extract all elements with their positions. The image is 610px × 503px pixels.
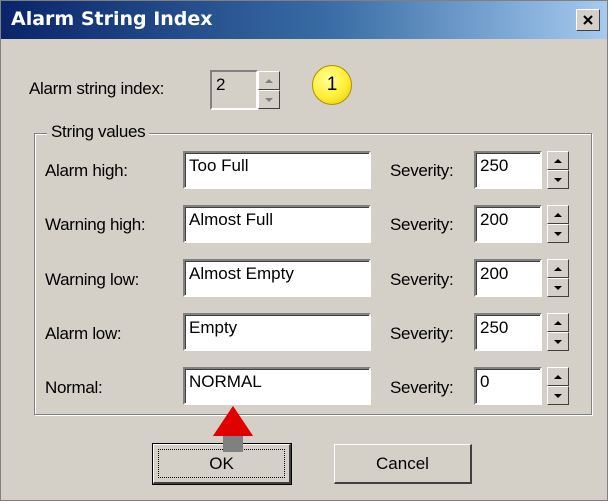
- index-spinner[interactable]: [258, 71, 280, 109]
- string-value: Empty: [189, 318, 238, 337]
- row-label: Alarm high:: [45, 161, 128, 180]
- close-icon: [583, 15, 593, 25]
- severity-label: Severity:: [390, 161, 454, 180]
- severity-value: 250: [480, 156, 509, 175]
- string-value-input[interactable]: Almost Empty: [183, 259, 371, 297]
- severity-spin-down-button[interactable]: [547, 332, 569, 351]
- arrow-down-icon: [554, 177, 562, 182]
- red-pointer-arrow-icon: [213, 406, 253, 452]
- arrow-down-icon: [554, 231, 562, 236]
- severity-value: 200: [480, 210, 509, 229]
- severity-spinner[interactable]: [547, 313, 569, 351]
- severity-input[interactable]: 200: [474, 259, 542, 297]
- string-value-input[interactable]: Too Full: [183, 151, 371, 189]
- severity-input[interactable]: 200: [474, 205, 542, 243]
- string-values-legend: String values: [47, 122, 150, 142]
- row-label: Normal:: [45, 378, 103, 397]
- severity-spinner[interactable]: [547, 151, 569, 189]
- arrow-down-icon: [554, 393, 562, 398]
- index-label: Alarm string index:: [29, 79, 165, 98]
- severity-spin-up-button[interactable]: [547, 313, 569, 332]
- callout-badge: 1: [312, 65, 352, 105]
- title-bar[interactable]: Alarm String Index: [1, 1, 607, 39]
- severity-spin-up-button[interactable]: [547, 205, 569, 224]
- string-value: Too Full: [189, 156, 249, 175]
- severity-input[interactable]: 250: [474, 151, 542, 189]
- window-title: Alarm String Index: [11, 8, 213, 30]
- severity-input[interactable]: 0: [474, 367, 542, 405]
- severity-spin-up-button[interactable]: [547, 151, 569, 170]
- string-value-input[interactable]: Almost Full: [183, 205, 371, 243]
- severity-spin-up-button[interactable]: [547, 259, 569, 278]
- row-label: Warning low:: [45, 270, 140, 289]
- severity-input[interactable]: 250: [474, 313, 542, 351]
- severity-spinner[interactable]: [547, 205, 569, 243]
- index-spin-down-button[interactable]: [258, 90, 280, 109]
- index-field[interactable]: 2: [210, 70, 258, 110]
- string-value-input[interactable]: NORMAL: [183, 367, 371, 405]
- severity-value: 0: [480, 372, 490, 391]
- arrow-up-icon: [554, 158, 562, 163]
- severity-spin-up-button[interactable]: [547, 367, 569, 386]
- string-value: Almost Full: [189, 210, 274, 229]
- severity-spinner[interactable]: [547, 259, 569, 297]
- string-value: NORMAL: [189, 372, 262, 391]
- cancel-button-label: Cancel: [376, 453, 429, 473]
- severity-spin-down-button[interactable]: [547, 386, 569, 405]
- severity-label: Severity:: [390, 270, 454, 289]
- arrow-up-icon: [265, 78, 273, 83]
- alarm-string-index-dialog: Alarm String Index Alarm string index: 2…: [0, 0, 608, 501]
- severity-label: Severity:: [390, 215, 454, 234]
- arrow-down-icon: [554, 285, 562, 290]
- row-label: Alarm low:: [45, 324, 122, 343]
- arrow-up-icon: [554, 212, 562, 217]
- severity-label: Severity:: [390, 378, 454, 397]
- severity-label: Severity:: [390, 324, 454, 343]
- arrow-down-icon: [265, 97, 273, 102]
- arrow-down-icon: [554, 339, 562, 344]
- index-value: 2: [216, 75, 226, 94]
- severity-spin-down-button[interactable]: [547, 170, 569, 189]
- severity-spinner[interactable]: [547, 367, 569, 405]
- severity-value: 200: [480, 264, 509, 283]
- arrow-up-icon: [554, 374, 562, 379]
- severity-value: 250: [480, 318, 509, 337]
- severity-spin-down-button[interactable]: [547, 224, 569, 243]
- close-button[interactable]: [576, 9, 600, 31]
- row-label: Warning high:: [45, 215, 146, 234]
- string-value-input[interactable]: Empty: [183, 313, 371, 351]
- index-spin-up-button[interactable]: [258, 71, 280, 90]
- string-value: Almost Empty: [189, 264, 294, 283]
- severity-spin-down-button[interactable]: [547, 278, 569, 297]
- arrow-up-icon: [554, 320, 562, 325]
- cancel-button[interactable]: Cancel: [334, 444, 472, 484]
- arrow-up-icon: [554, 266, 562, 271]
